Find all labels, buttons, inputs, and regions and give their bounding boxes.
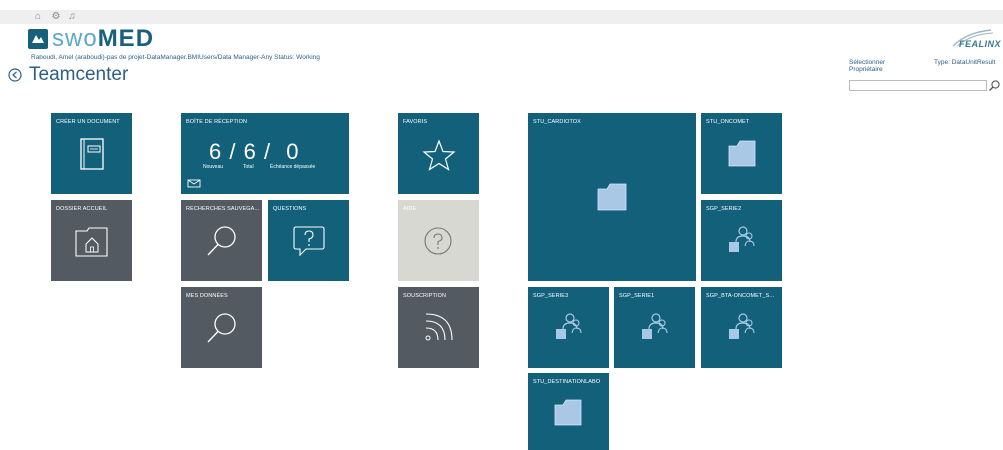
bell-icon[interactable]: ♫: [66, 11, 78, 23]
inbox-total-count: 6: [243, 139, 256, 164]
logo-text: swoMED: [52, 25, 154, 53]
tile-saved-searches[interactable]: RECHERCHES SAUVEGA...: [181, 200, 262, 281]
tile-stu-cardiotox[interactable]: STU_CARDIOTOX: [528, 113, 696, 281]
tile-favorites[interactable]: FAVORIS: [398, 113, 479, 194]
type-label: Type: DataUnitResult: [934, 59, 996, 66]
tile-label: STU_DESTINATIONLABO: [533, 379, 601, 385]
question-bubble-icon: [293, 226, 325, 257]
fealinx-brand: FEALINX: [958, 39, 1001, 49]
tile-label: SGP_SERIE3: [533, 293, 569, 299]
tile-help[interactable]: AIDE: [398, 200, 479, 281]
tile-label: DOSSIER ACCUEIL: [56, 206, 108, 212]
logo-mark-icon: [28, 29, 48, 49]
tile-label: MES DONNÉES: [186, 293, 228, 299]
user-session-line[interactable]: Raboudi, Amel (araboudi)-pas de projet-D…: [31, 54, 320, 61]
group-folder-icon: [556, 313, 582, 339]
tile-sgp-serie2[interactable]: SGP_SERIE2: [701, 200, 782, 281]
group-folder-icon: [729, 226, 755, 252]
tile-sgp-bta-oncomet[interactable]: SGP_BTA-ONCOMET_S...: [701, 287, 782, 368]
rss-feed-icon: [425, 313, 453, 341]
envelope-icon: [187, 179, 201, 188]
tile-label: CRÉER UN DOCUMENT: [56, 119, 120, 125]
tile-label: FAVORIS: [403, 119, 428, 125]
back-icon[interactable]: [8, 68, 22, 82]
tile-label: SGP_BTA-ONCOMET_S...: [706, 293, 775, 299]
notebook-icon: [80, 138, 104, 170]
inbox-overdue-count: 0: [286, 139, 299, 164]
tile-sgp-serie1[interactable]: SGP_SERIE1: [614, 287, 695, 368]
settings-icon[interactable]: ⚙: [50, 11, 62, 23]
top-toolbar: ⌂ ⚙ ♫: [0, 10, 1003, 24]
tile-label: RECHERCHES SAUVEGA...: [186, 206, 260, 212]
folder-icon: [554, 399, 582, 426]
tile-subscription[interactable]: SOUSCRIPTION: [398, 287, 479, 368]
logo-text-swo: swo: [52, 25, 98, 52]
inbox-counts: 6 / 6 / 0: [209, 139, 301, 165]
inbox-overdue-label: Échéance dépassée: [270, 164, 316, 170]
inbox-separator: /: [264, 139, 271, 164]
tile-home-folder[interactable]: DOSSIER ACCUEIL: [51, 200, 132, 281]
magnifier-icon: [207, 226, 236, 256]
home-icon[interactable]: ⌂: [32, 11, 44, 23]
tile-inbox[interactable]: BOÎTE DE RÉCEPTION 6 / 6 / 0 Nouveau Tot…: [181, 113, 349, 194]
inbox-new-count: 6: [209, 139, 222, 164]
logo-text-med: MED: [97, 25, 155, 52]
tile-create-document[interactable]: CRÉER UN DOCUMENT: [51, 113, 132, 194]
tile-label: QUESTIONS: [273, 206, 307, 212]
inbox-separator: /: [229, 139, 236, 164]
group-folder-icon: [642, 313, 668, 339]
tile-questions[interactable]: QUESTIONS: [268, 200, 349, 281]
app-title: Teamcenter: [29, 64, 129, 85]
tile-label: SGP_SERIE1: [619, 293, 655, 299]
tile-my-data[interactable]: MES DONNÉES: [181, 287, 262, 368]
inbox-total-label: Total: [243, 164, 254, 170]
search-input[interactable]: [849, 80, 987, 91]
swomed-logo: swoMED: [28, 25, 154, 53]
tile-label: AIDE: [403, 206, 417, 212]
tile-label: SGP_SERIE2: [706, 206, 742, 212]
tile-stu-oncomet[interactable]: STU_ONCOMET: [701, 113, 782, 194]
folder-icon: [597, 183, 627, 211]
folder-icon: [728, 140, 756, 167]
magnifier-icon: [207, 313, 236, 343]
tile-label: SOUSCRIPTION: [403, 293, 447, 299]
home-folder-icon: [75, 227, 108, 257]
tile-label: BOÎTE DE RÉCEPTION: [186, 119, 248, 125]
group-folder-icon: [729, 313, 755, 339]
search-icon[interactable]: [988, 79, 1001, 92]
select-owner-link[interactable]: Sélectionner Propriétaire: [849, 59, 909, 73]
inbox-new-label: Nouveau: [203, 164, 224, 170]
tile-stu-destinationlabo[interactable]: STU_DESTINATIONLABO: [528, 373, 609, 450]
star-icon: [422, 139, 456, 171]
tile-label: STU_CARDIOTOX: [533, 119, 581, 125]
help-icon: [424, 227, 452, 255]
tile-label: STU_ONCOMET: [706, 119, 750, 125]
tile-sgp-serie3[interactable]: SGP_SERIE3: [528, 287, 609, 368]
